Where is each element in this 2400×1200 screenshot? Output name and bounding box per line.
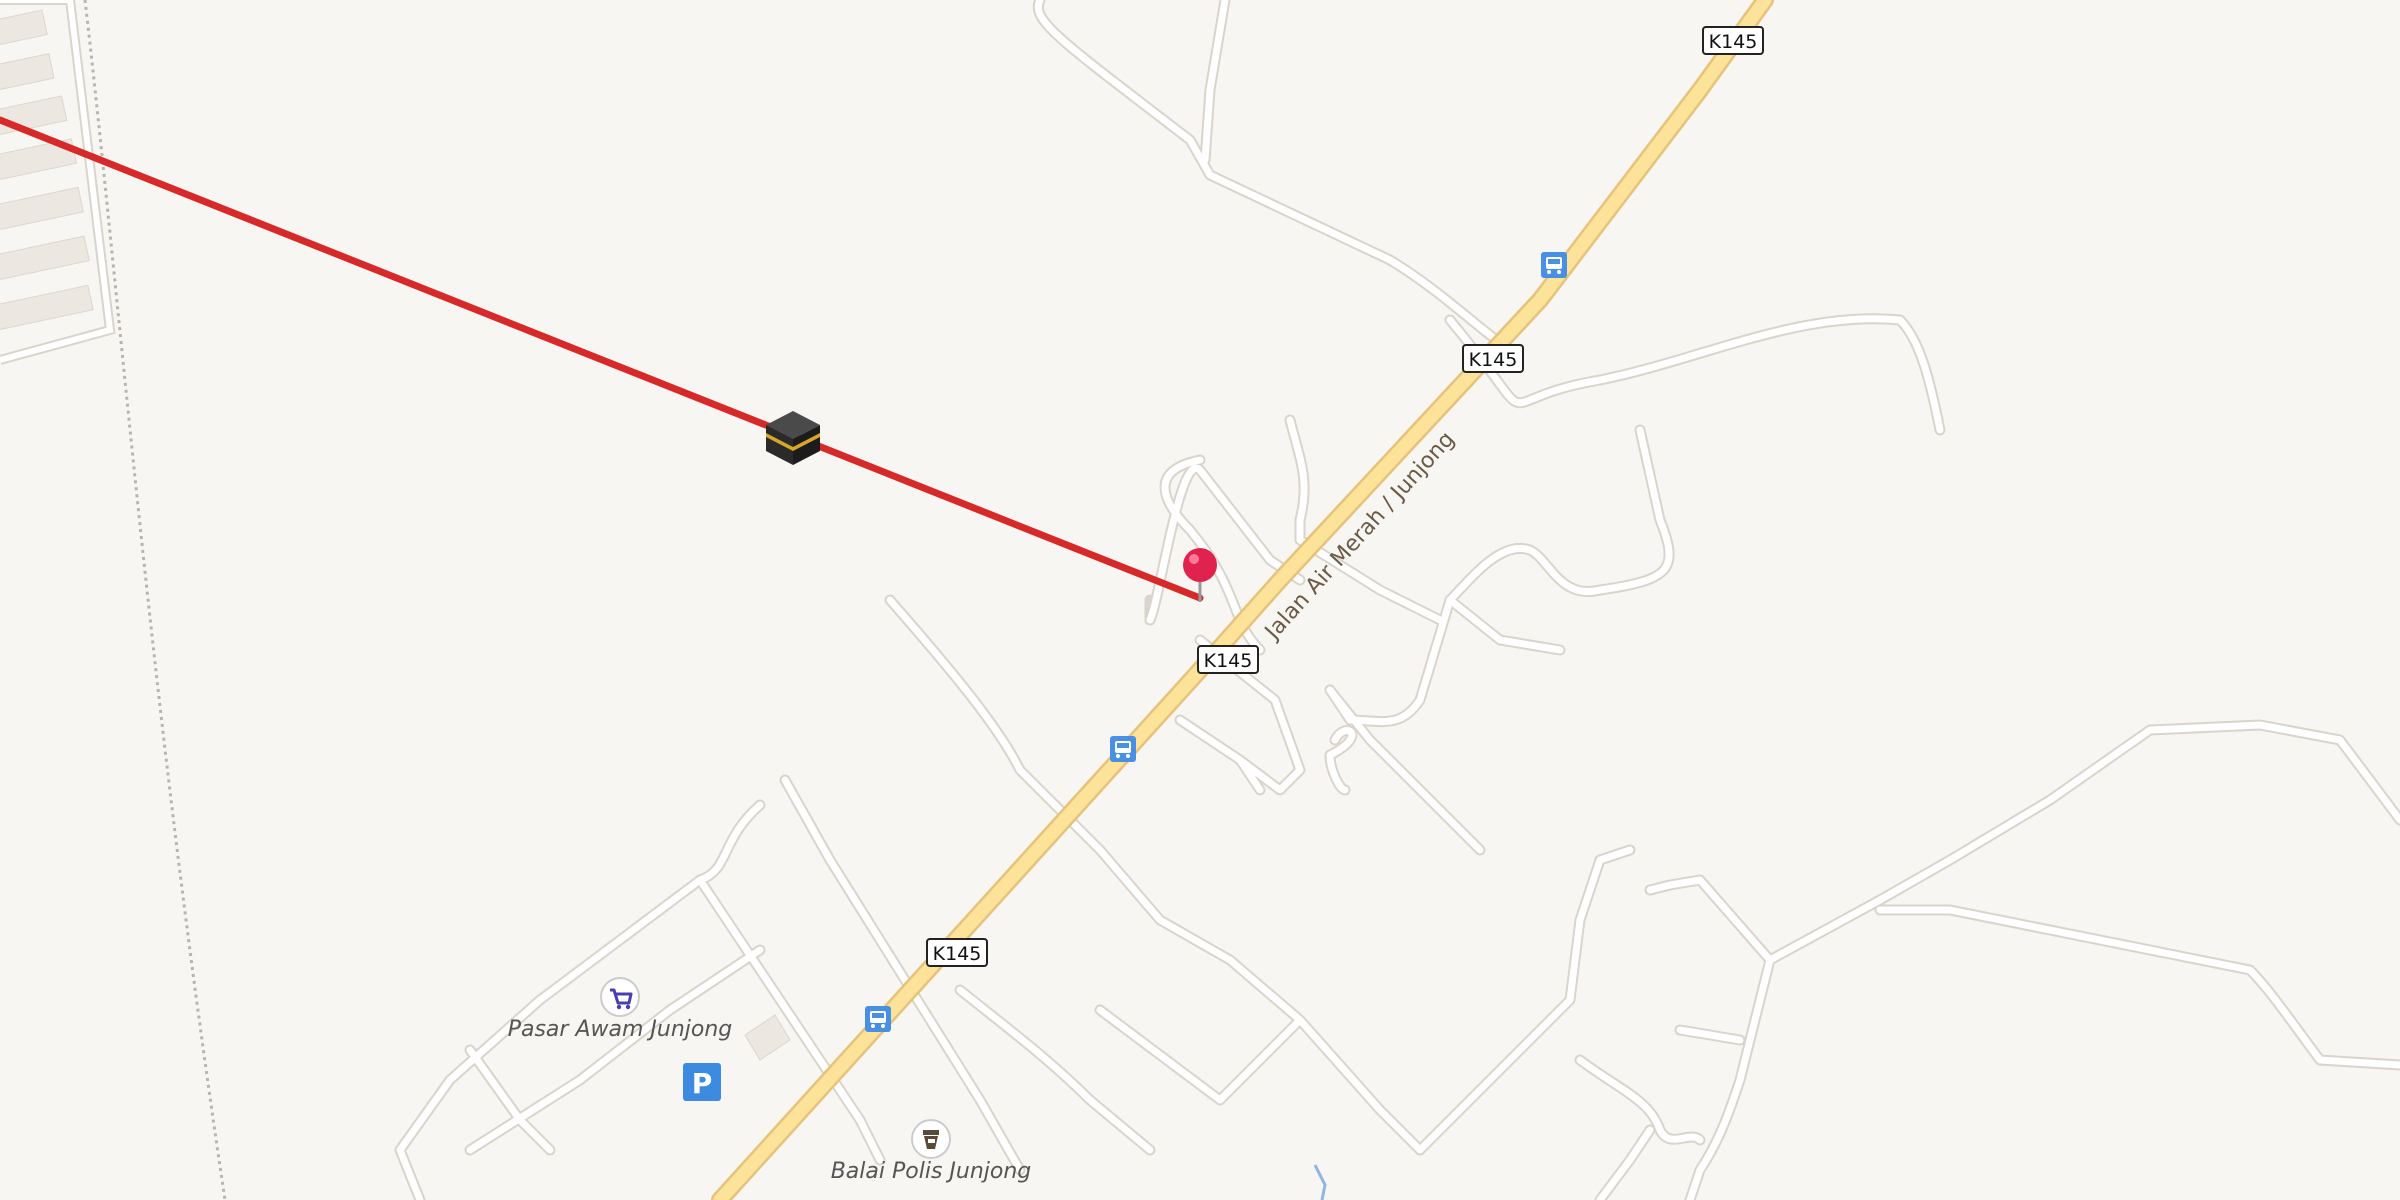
- shopping-cart-icon: [600, 977, 640, 1017]
- police-icon: [911, 1119, 951, 1159]
- svg-text:K145: K145: [1709, 31, 1758, 53]
- bus-stop-icon[interactable]: [865, 1006, 891, 1032]
- svg-text:K145: K145: [1469, 349, 1518, 371]
- market-label: Pasar Awam Junjong: [508, 1017, 733, 1042]
- bus-stop-icon[interactable]: [1110, 736, 1136, 762]
- svg-text:P: P: [692, 1067, 713, 1100]
- route-shield: K145: [1462, 344, 1524, 373]
- map-canvas[interactable]: K145 K145 K145 K145 Jalan Air Merah / Ju…: [0, 0, 2400, 1200]
- route-shield: K145: [1197, 645, 1259, 674]
- route-shield: K145: [1702, 26, 1764, 55]
- svg-text:K145: K145: [1204, 650, 1253, 672]
- route-shield: K145: [926, 938, 988, 967]
- svg-text:K145: K145: [933, 943, 982, 965]
- police-label: Balai Polis Junjong: [831, 1159, 1032, 1184]
- bus-stop-icon[interactable]: [1541, 252, 1567, 278]
- parking-icon[interactable]: P: [683, 1063, 721, 1101]
